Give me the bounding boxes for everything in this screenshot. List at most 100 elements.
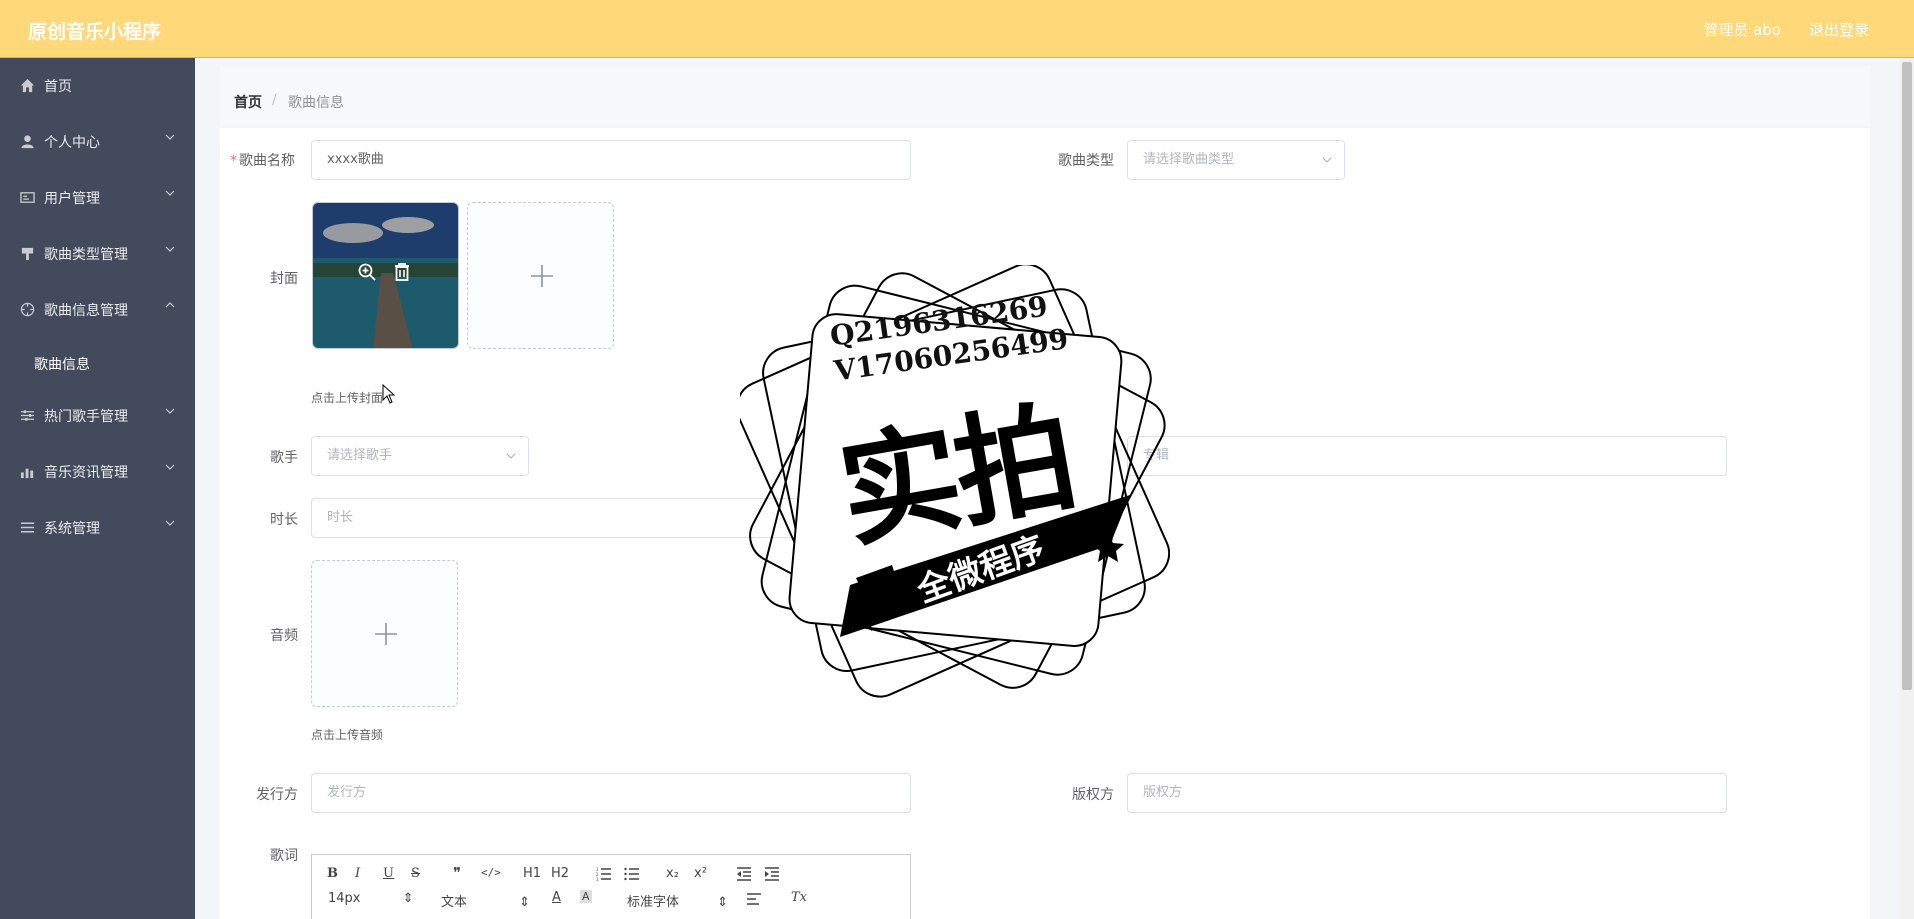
- id-card-icon: [20, 192, 35, 203]
- home-icon: [20, 78, 35, 93]
- sidebar-item-song-type-management[interactable]: 歌曲类型管理: [0, 226, 195, 282]
- list-icon: [20, 522, 35, 533]
- ordered-list-icon[interactable]: 123: [596, 867, 612, 881]
- scrollbar-track[interactable]: [1900, 58, 1914, 919]
- text-type-select[interactable]: 文本 ⇕: [441, 891, 530, 910]
- cover-upload-hint: 点击上传封面: [311, 391, 384, 405]
- select-arrows-icon: ⇕: [717, 895, 729, 910]
- compass-icon: [20, 302, 35, 317]
- audio-upload-hint: 点击上传音频: [311, 728, 384, 742]
- cover-thumbnail[interactable]: [312, 202, 459, 349]
- sidebar-item-music-news-management[interactable]: 音乐资讯管理: [0, 444, 195, 500]
- subscript-button[interactable]: x₂: [666, 866, 679, 881]
- audio-upload-button[interactable]: [311, 560, 458, 707]
- header2-button[interactable]: H2: [551, 866, 569, 881]
- song-name-input[interactable]: xxxx歌曲: [311, 140, 911, 180]
- plus-icon: [375, 623, 397, 645]
- font-size-select[interactable]: 14px ⇕: [328, 891, 414, 906]
- indent-icon[interactable]: [764, 867, 780, 881]
- sidebar-item-song-info-management[interactable]: 歌曲信息管理: [0, 282, 195, 338]
- album-input[interactable]: 专辑: [1127, 436, 1727, 476]
- clear-format-button[interactable]: Tx: [791, 890, 807, 905]
- sidebar: 首页 个人中心 用户管理 歌曲类型管理 歌曲信息管理 歌曲信息 热门歌手管理 音…: [0, 58, 195, 919]
- user-icon: [21, 135, 34, 149]
- sidebar-item-hot-singer-management[interactable]: 热门歌手管理: [0, 388, 195, 444]
- cover-label: 封面: [270, 271, 298, 287]
- font-family-select[interactable]: 标准字体 ⇕: [627, 891, 728, 910]
- sidebar-item-label: 音乐资讯管理: [44, 465, 128, 481]
- italic-button[interactable]: I: [355, 866, 360, 881]
- background-color-icon[interactable]: A: [580, 890, 592, 903]
- sidebar-item-label: 首页: [44, 79, 72, 95]
- sidebar-item-personal-center[interactable]: 个人中心: [0, 114, 195, 170]
- app-title: 原创音乐小程序: [28, 21, 162, 43]
- chevron-down-icon: [1322, 157, 1332, 163]
- song-type-label: 歌曲类型: [1058, 153, 1114, 169]
- chevron-down-icon: [506, 453, 516, 459]
- sliders-icon: [20, 410, 35, 421]
- header1-button[interactable]: H1: [523, 866, 541, 881]
- sidebar-subitem-label: 歌曲信息: [34, 357, 90, 373]
- chevron-down-icon: [165, 408, 175, 414]
- scrollbar-thumb[interactable]: [1902, 62, 1912, 690]
- underline-button[interactable]: U: [383, 866, 394, 881]
- publisher-label: 发行方: [256, 787, 298, 803]
- outdent-icon[interactable]: [736, 867, 752, 881]
- audio-label: 音频: [270, 628, 298, 644]
- breadcrumb: 首页 / 歌曲信息: [220, 66, 1870, 126]
- breadcrumb-separator: /: [272, 92, 277, 108]
- sidebar-item-home[interactable]: 首页: [0, 58, 195, 114]
- lyrics-editor[interactable]: B I U S ❞ </> H1 H2 123 x₂ x² 14px ⇕ 文本 …: [311, 854, 911, 919]
- cover-image: [313, 203, 458, 348]
- brush-icon: [21, 247, 34, 261]
- duration-input[interactable]: 时长: [311, 498, 911, 538]
- admin-user-label: 管理员 abo: [1703, 21, 1781, 39]
- align-left-icon[interactable]: [746, 892, 762, 906]
- sidebar-item-label: 系统管理: [44, 521, 100, 537]
- select-arrows-icon: ⇕: [519, 895, 531, 910]
- chevron-down-icon: [165, 520, 175, 526]
- breadcrumb-home[interactable]: 首页: [234, 92, 262, 112]
- chevron-up-icon: [165, 302, 175, 308]
- logout-link[interactable]: 退出登录: [1809, 19, 1869, 40]
- bullet-list-icon[interactable]: [624, 867, 640, 881]
- copyright-input[interactable]: 版权方: [1127, 773, 1727, 813]
- sidebar-item-label: 歌曲类型管理: [44, 247, 128, 263]
- song-type-select[interactable]: 请选择歌曲类型: [1127, 140, 1345, 180]
- sidebar-subitem-song-info[interactable]: 歌曲信息: [0, 338, 195, 388]
- chevron-down-icon: [165, 246, 175, 252]
- singer-select[interactable]: 请选择歌手: [311, 436, 529, 476]
- breadcrumb-current: 歌曲信息: [288, 95, 344, 111]
- chevron-down-icon: [165, 190, 175, 196]
- sidebar-item-system-management[interactable]: 系统管理: [0, 500, 195, 556]
- blockquote-button[interactable]: ❞: [453, 864, 461, 882]
- chevron-down-icon: [165, 134, 175, 140]
- select-arrows-icon: ⇕: [402, 891, 414, 906]
- delete-icon[interactable]: [393, 262, 411, 282]
- publisher-input[interactable]: 发行方: [311, 773, 911, 813]
- cover-upload-button[interactable]: [467, 202, 614, 349]
- sidebar-item-label: 热门歌手管理: [44, 409, 128, 425]
- plus-icon: [531, 265, 553, 287]
- strike-button[interactable]: S: [411, 866, 420, 881]
- mouse-cursor-icon: [382, 384, 396, 404]
- sidebar-item-label: 用户管理: [44, 191, 100, 207]
- zoom-in-icon[interactable]: [357, 262, 377, 282]
- sidebar-item-label: 歌曲信息管理: [44, 303, 128, 319]
- svg-text:3: 3: [596, 877, 599, 881]
- text-color-icon[interactable]: A: [552, 890, 561, 905]
- superscript-button[interactable]: x²: [694, 866, 707, 881]
- chevron-down-icon: [165, 464, 175, 470]
- album-label: 专辑: [1086, 450, 1114, 466]
- code-block-button[interactable]: </>: [481, 866, 501, 879]
- chart-icon: [20, 468, 34, 479]
- singer-label: 歌手: [270, 450, 298, 466]
- sidebar-item-label: 个人中心: [44, 135, 100, 151]
- bold-button[interactable]: B: [327, 866, 338, 881]
- sidebar-item-user-management[interactable]: 用户管理: [0, 170, 195, 226]
- top-header: 原创音乐小程序 管理员 abo 退出登录: [0, 0, 1914, 58]
- duration-label: 时长: [270, 512, 298, 528]
- song-name-label: * 歌曲名称: [230, 153, 295, 169]
- copyright-label: 版权方: [1072, 787, 1114, 803]
- lyrics-label: 歌词: [270, 848, 298, 864]
